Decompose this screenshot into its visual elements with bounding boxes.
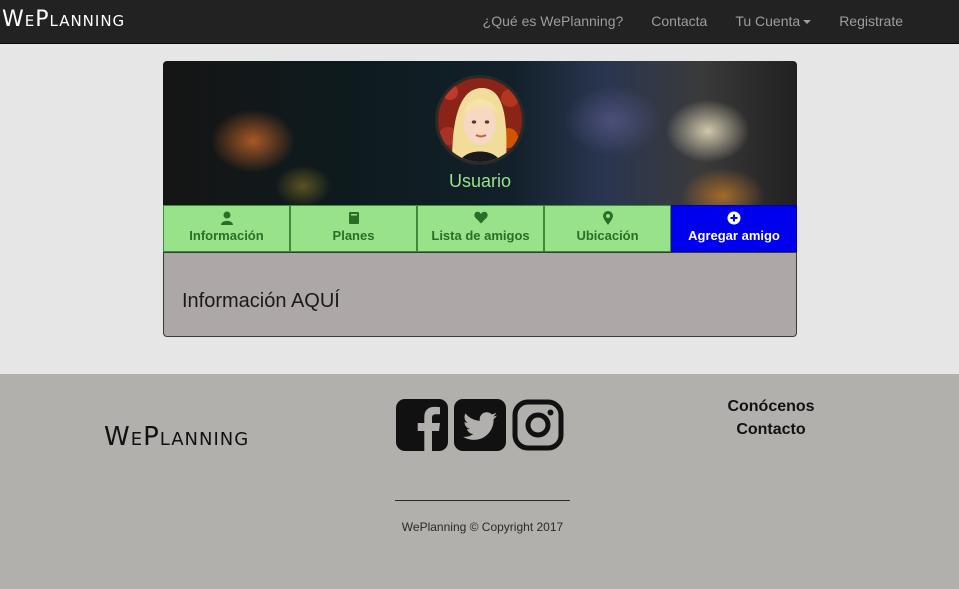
- tab-ubicacion-label: Ubicación: [576, 228, 639, 243]
- tab-lista-de-amigos-label: Lista de amigos: [431, 228, 530, 243]
- profile-tabs: Información Planes Lista de amigos Ubica…: [163, 205, 797, 252]
- caret-down-icon: [803, 20, 812, 25]
- profile-card: Usuario Información Planes Lista de amig…: [163, 61, 797, 337]
- tab-lista-de-amigos[interactable]: Lista de amigos: [417, 205, 544, 252]
- brand-logo[interactable]: WePlanning: [2, 6, 125, 34]
- avatar: [435, 75, 525, 165]
- map-marker-icon: [545, 211, 670, 225]
- footer-brand-logo: WePlanning: [104, 422, 250, 452]
- profile-username: Usuario: [448, 171, 512, 191]
- tab-planes-label: Planes: [332, 228, 375, 243]
- twitter-icon[interactable]: [453, 398, 507, 452]
- nav-dropdown-account-label: Tu Cuenta: [735, 13, 801, 29]
- nav-links: ¿Qué es WePlanning? Contacta Tu Cuenta R…: [469, 0, 959, 44]
- profile-banner: Usuario: [163, 61, 797, 206]
- info-panel: Información AQUÍ: [163, 252, 797, 337]
- nav-dropdown-account[interactable]: Tu Cuenta: [721, 0, 825, 44]
- footer-divider: [395, 500, 570, 501]
- heart-icon: [418, 211, 543, 225]
- facebook-icon[interactable]: [395, 398, 449, 452]
- avatar-photo: [438, 78, 522, 162]
- top-navbar: WePlanning ¿Qué es WePlanning? Contacta …: [0, 0, 959, 44]
- footer-link-contact[interactable]: Contacto: [690, 418, 852, 441]
- social-links: [395, 398, 565, 452]
- nav-link-about[interactable]: ¿Qué es WePlanning?: [469, 0, 638, 44]
- tab-informacion[interactable]: Información: [163, 205, 290, 252]
- copyright-text: WePlanning © Copyright 2017: [401, 520, 564, 534]
- tab-informacion-label: Información: [189, 228, 264, 243]
- tab-ubicacion[interactable]: Ubicación: [544, 205, 671, 252]
- nav-link-contact[interactable]: Contacta: [637, 0, 721, 44]
- book-icon: [291, 211, 416, 225]
- page-footer: WePlanning Conócenos Contacto WePlanning…: [0, 374, 959, 589]
- instagram-icon[interactable]: [511, 398, 565, 452]
- user-icon: [164, 211, 289, 225]
- nav-link-register[interactable]: Registrate: [825, 0, 959, 44]
- add-friend-button[interactable]: Agregar amigo: [671, 205, 797, 252]
- info-text: Información AQUÍ: [182, 290, 340, 312]
- add-friend-label: Agregar amigo: [688, 228, 780, 243]
- plus-circle-icon: [672, 211, 796, 225]
- tab-planes[interactable]: Planes: [290, 205, 417, 252]
- footer-link-about[interactable]: Conócenos: [690, 395, 852, 418]
- footer-links: Conócenos Contacto: [690, 395, 852, 441]
